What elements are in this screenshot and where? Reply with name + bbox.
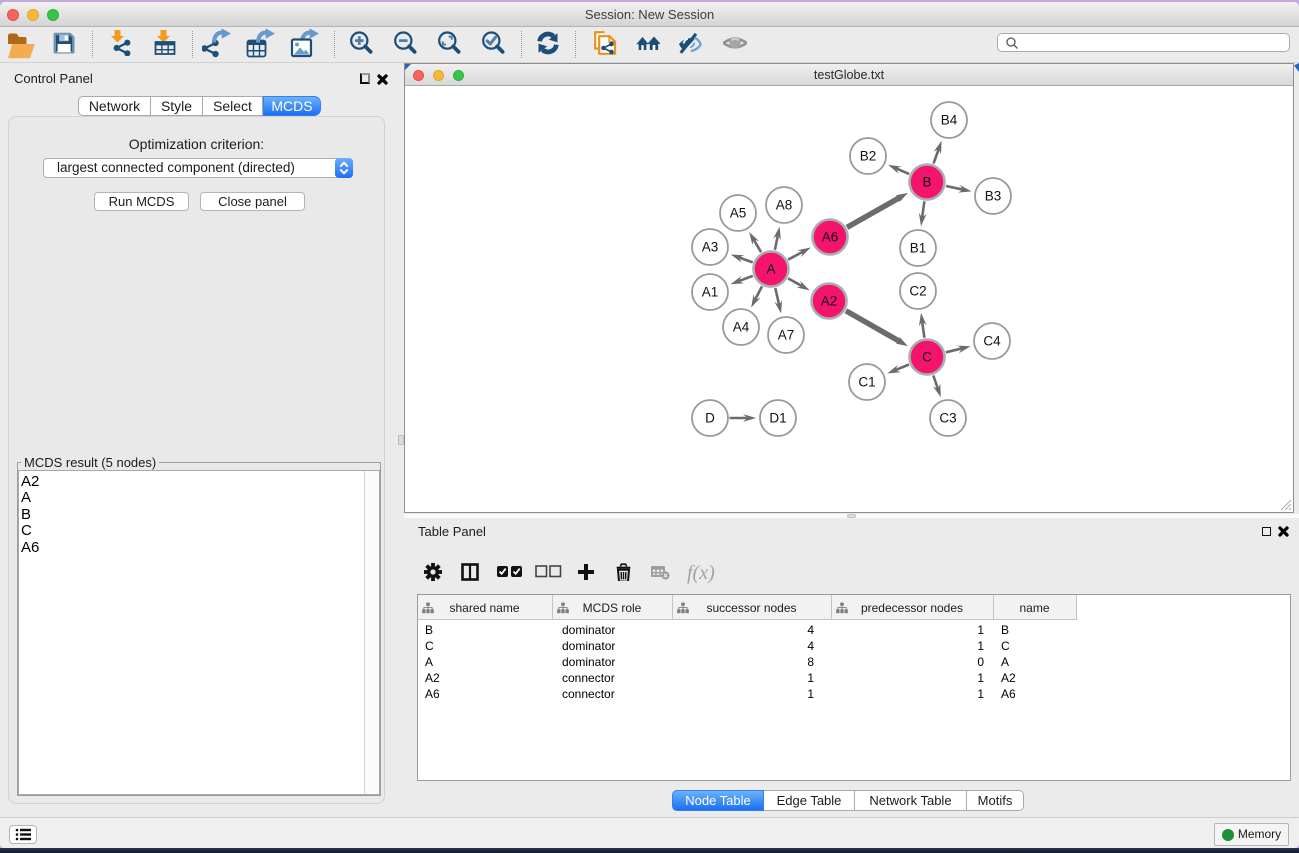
svg-text:B3: B3 (985, 189, 1002, 204)
svg-text:C2: C2 (909, 284, 926, 299)
svg-text:B: B (922, 175, 931, 190)
svg-text:A6: A6 (822, 230, 839, 245)
svg-text:A1: A1 (702, 285, 719, 300)
svg-text:C1: C1 (858, 375, 875, 390)
svg-text:B4: B4 (941, 113, 958, 128)
svg-text:A8: A8 (776, 198, 793, 213)
svg-text:B1: B1 (910, 241, 927, 256)
svg-text:A3: A3 (702, 240, 719, 255)
svg-text:A4: A4 (733, 320, 750, 335)
svg-text:C: C (922, 350, 932, 365)
svg-text:A7: A7 (778, 328, 795, 343)
svg-text:C3: C3 (939, 411, 956, 426)
svg-text:D1: D1 (769, 411, 786, 426)
svg-text:D: D (705, 411, 715, 426)
svg-text:C4: C4 (983, 334, 1001, 349)
svg-text:A5: A5 (730, 206, 747, 221)
svg-text:A: A (766, 262, 775, 277)
svg-text:B2: B2 (860, 149, 877, 164)
svg-text:A2: A2 (821, 294, 838, 309)
